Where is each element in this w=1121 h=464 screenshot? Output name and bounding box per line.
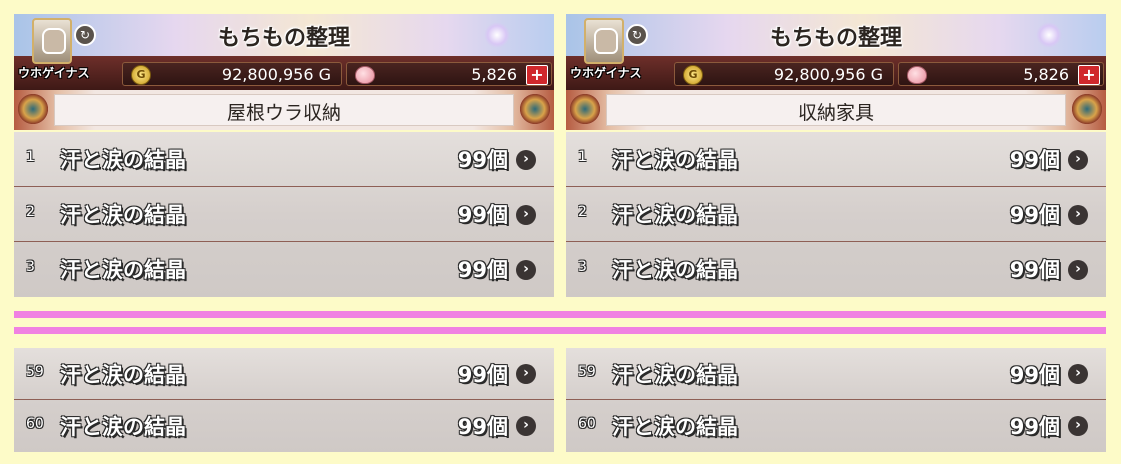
item-quantity: 99個 [1009,363,1060,387]
item-quantity: 99個 [457,415,508,439]
chevron-right-icon[interactable]: › [1068,150,1088,170]
list-item[interactable]: 60 汗と涙の結晶 99個 › [14,400,554,452]
add-gems-button[interactable]: + [1078,65,1100,85]
gem-display: 5,826 + [898,62,1104,86]
item-index: 2 [578,204,587,220]
chevron-right-icon[interactable]: › [516,416,536,436]
chevron-right-icon[interactable]: › [1068,364,1088,384]
chevron-right-icon[interactable]: › [1068,416,1088,436]
avatar[interactable] [32,18,72,64]
item-index: 1 [26,149,35,165]
list-item[interactable]: 3 汗と涙の結晶 99個 › [14,242,554,297]
item-name: 汗と涙の結晶 [612,148,738,172]
item-quantity: 99個 [1009,148,1060,172]
item-quantity: 99個 [1009,203,1060,227]
list-item[interactable]: 2 汗と涙の結晶 99個 › [14,187,554,242]
gem-icon [907,66,927,84]
item-index: 60 [26,416,44,432]
player-name: ウホゲイナス [18,66,90,80]
item-list: 1 汗と涙の結晶 99個 › 2 汗と涙の結晶 99個 › 3 汗と涙の結晶 9… [566,132,1106,297]
coin-icon: G [683,65,703,85]
player-name: ウホゲイナス [570,66,642,80]
list-item[interactable]: 2 汗と涙の結晶 99個 › [566,187,1106,242]
list-item[interactable]: 3 汗と涙の結晶 99個 › [566,242,1106,297]
item-quantity: 99個 [457,363,508,387]
list-item[interactable]: 1 汗と涙の結晶 99個 › [566,132,1106,187]
list-item[interactable]: 59 汗と涙の結晶 99個 › [566,348,1106,400]
item-name: 汗と涙の結晶 [612,415,738,439]
item-list: 59 汗と涙の結晶 99個 › 60 汗と涙の結晶 99個 › [566,348,1106,452]
chevron-right-icon[interactable]: › [516,150,536,170]
item-quantity: 99個 [457,258,508,282]
chevron-right-icon[interactable]: › [1068,205,1088,225]
item-quantity: 99個 [457,203,508,227]
item-list: 59 汗と涙の結晶 99個 › 60 汗と涙の結晶 99個 › [14,348,554,452]
item-name: 汗と涙の結晶 [60,258,186,282]
item-name: 汗と涙の結晶 [612,258,738,282]
category-bar: 収納家具 [566,90,1106,130]
item-quantity: 99個 [1009,258,1060,282]
list-item[interactable]: 1 汗と涙の結晶 99個 › [14,132,554,187]
item-list: 1 汗と涙の結晶 99個 › 2 汗と涙の結晶 99個 › 3 汗と涙の結晶 9… [14,132,554,297]
item-index: 59 [26,364,44,380]
category-title: 収納家具 [797,102,874,124]
ornament-icon [520,94,550,124]
item-index: 1 [578,149,587,165]
item-index: 3 [578,259,587,275]
storage-panel-right-bottom: 59 汗と涙の結晶 99個 › 60 汗と涙の結晶 99個 › [566,348,1106,452]
item-index: 60 [578,416,596,432]
category-title: 屋根ウラ収納 [226,102,341,124]
item-index: 2 [26,204,35,220]
item-quantity: 99個 [457,148,508,172]
storage-panel-left-bottom: 59 汗と涙の結晶 99個 › 60 汗と涙の結晶 99個 › [14,348,554,452]
item-name: 汗と涙の結晶 [60,203,186,227]
chevron-right-icon[interactable]: › [516,364,536,384]
gem-display: 5,826 + [346,62,552,86]
chevron-right-icon[interactable]: › [516,205,536,225]
item-name: 汗と涙の結晶 [60,415,186,439]
item-name: 汗と涙の結晶 [60,148,186,172]
storage-panel-left-top: もちもの整理 ↻ ウホゲイナス G 92,800,956 G 5,826 + 屋… [14,14,554,297]
gold-display: G 92,800,956 G [674,62,894,86]
divider [14,311,1106,318]
gold-display: G 92,800,956 G [122,62,342,86]
category-bar: 屋根ウラ収納 [14,90,554,130]
list-item[interactable]: 60 汗と涙の結晶 99個 › [566,400,1106,452]
avatar[interactable] [584,18,624,64]
gold-amount: 92,800,956 G [773,65,883,84]
gold-amount: 92,800,956 G [221,65,331,84]
item-name: 汗と涙の結晶 [60,363,186,387]
ornament-icon [1072,94,1102,124]
storage-panel-right-top: もちもの整理 ↻ ウホゲイナス G 92,800,956 G 5,826 + 収… [566,14,1106,297]
chevron-right-icon[interactable]: › [1068,260,1088,280]
sync-icon[interactable]: ↻ [74,24,96,46]
chevron-right-icon[interactable]: › [516,260,536,280]
gem-icon [355,66,375,84]
item-quantity: 99個 [1009,415,1060,439]
divider [14,327,1106,334]
sync-icon[interactable]: ↻ [626,24,648,46]
item-index: 3 [26,259,35,275]
coin-icon: G [131,65,151,85]
item-index: 59 [578,364,596,380]
item-name: 汗と涙の結晶 [612,203,738,227]
gem-amount: 5,826 [471,65,517,84]
item-name: 汗と涙の結晶 [612,363,738,387]
add-gems-button[interactable]: + [526,65,548,85]
gem-amount: 5,826 [1023,65,1069,84]
list-item[interactable]: 59 汗と涙の結晶 99個 › [14,348,554,400]
